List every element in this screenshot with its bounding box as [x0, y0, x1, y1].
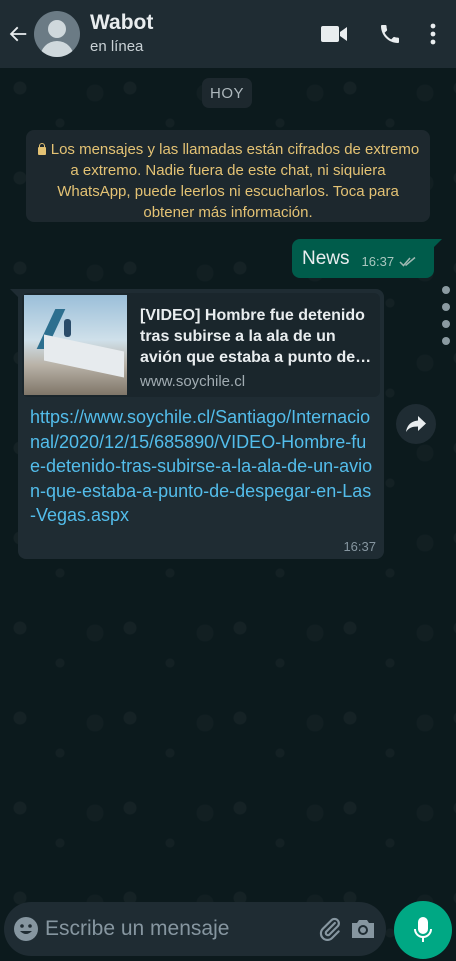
encryption-notice-text: Los mensajes y las llamadas están cifrad…: [50, 141, 420, 221]
composer-bar: [4, 902, 386, 956]
microphone-icon: [414, 917, 432, 942]
link-preview-domain: www.soychile.cl: [140, 373, 246, 390]
more-options-button[interactable]: [418, 10, 448, 58]
voice-call-button[interactable]: [366, 10, 414, 58]
read-ticks-icon: [399, 256, 417, 267]
message-time: 16:37: [343, 539, 376, 554]
avatar[interactable]: [34, 11, 80, 57]
date-separator: HOY: [202, 78, 252, 108]
link-preview-thumbnail: [24, 295, 127, 395]
video-call-icon: [321, 26, 347, 42]
message-input[interactable]: [45, 917, 316, 941]
incoming-message[interactable]: [VIDEO] Hombre fue detenido tras subirse…: [10, 289, 384, 559]
contact-status: en línea: [90, 38, 144, 55]
video-call-button[interactable]: [310, 10, 358, 58]
voice-message-button[interactable]: [394, 901, 452, 959]
camera-icon: [351, 920, 374, 938]
forward-icon: [406, 416, 426, 432]
lock-icon: [37, 143, 47, 155]
emoji-button[interactable]: [12, 909, 39, 949]
message-time: 16:37: [361, 254, 395, 269]
link-preview[interactable]: [VIDEO] Hombre fue detenido tras subirse…: [22, 293, 380, 397]
chat-header: Wabot en línea: [0, 0, 456, 68]
camera-button[interactable]: [349, 909, 376, 949]
back-arrow-icon: [9, 26, 27, 42]
attach-button[interactable]: [316, 909, 343, 949]
emoji-icon: [13, 917, 38, 941]
outgoing-message[interactable]: News 16:37: [292, 239, 442, 278]
contact-name: Wabot: [90, 11, 154, 34]
contact-info[interactable]: Wabot en línea: [90, 11, 302, 57]
paperclip-icon: [319, 917, 340, 941]
more-options-icon: [430, 23, 436, 45]
scroll-indicator: [442, 286, 450, 354]
phone-icon: [381, 25, 399, 43]
message-link[interactable]: https://www.soychile.cl/Santiago/Interna…: [30, 405, 374, 528]
message-text: News: [302, 247, 350, 269]
back-button[interactable]: [2, 0, 34, 68]
link-preview-title: [VIDEO] Hombre fue detenido tras subirse…: [140, 307, 372, 366]
encryption-notice[interactable]: Los mensajes y las llamadas están cifrad…: [26, 130, 430, 222]
forward-button[interactable]: [396, 404, 436, 444]
